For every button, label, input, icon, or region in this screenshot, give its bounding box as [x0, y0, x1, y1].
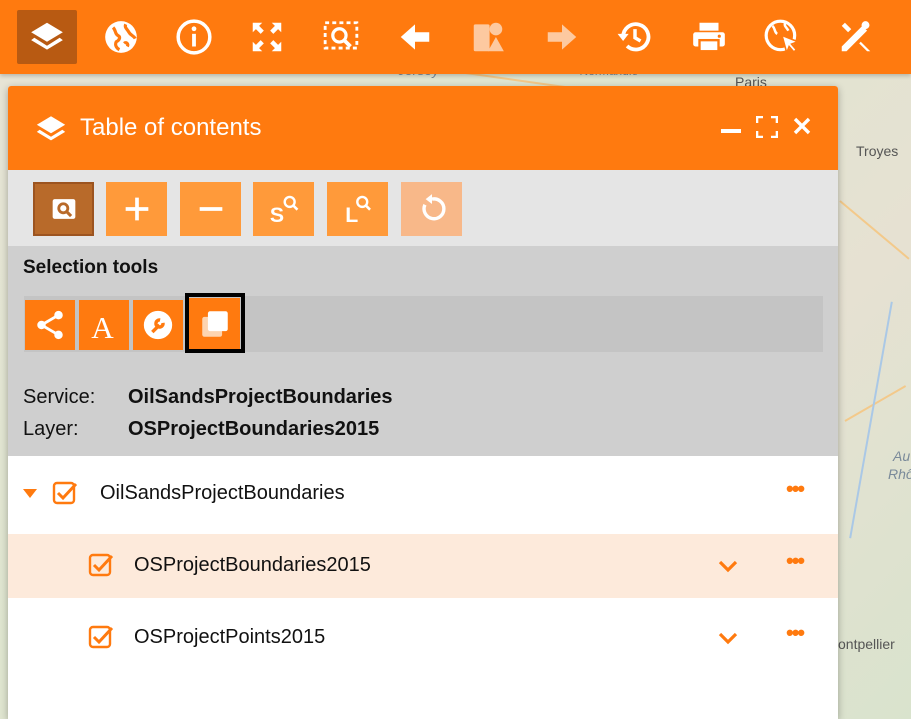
service-row: Service: OilSandsProjectBoundaries — [23, 386, 393, 409]
collapse-all-button[interactable] — [180, 182, 241, 236]
layers-button[interactable] — [17, 10, 77, 64]
selected-tool-highlight — [185, 293, 245, 353]
layer-label: Layer: — [23, 418, 79, 440]
service-value: OilSandsProjectBoundaries — [128, 386, 393, 408]
share-nodes-icon — [37, 310, 63, 340]
back-icon — [400, 24, 430, 50]
basemap-button[interactable] — [91, 10, 151, 64]
minimize-icon[interactable] — [721, 126, 741, 134]
chevron-down-icon[interactable] — [716, 554, 740, 578]
refresh-icon — [421, 194, 446, 221]
print-button[interactable] — [679, 10, 739, 64]
table-of-contents-panel: Table of contents S L Selection tools A … — [8, 86, 838, 719]
full-extent-button[interactable] — [237, 10, 297, 64]
search-layer-icon: L — [345, 195, 371, 226]
svg-text:S: S — [269, 203, 283, 226]
print-icon — [693, 22, 725, 53]
globe-select-icon — [764, 19, 801, 56]
layers-icon — [36, 116, 66, 141]
wrench-icon — [143, 310, 173, 340]
search-layer-button[interactable]: L — [327, 182, 388, 236]
tree-layer-row[interactable]: OSProjectBoundaries2015 ••• — [8, 534, 838, 598]
checkbox-checked-icon[interactable] — [88, 624, 114, 650]
history-icon — [617, 22, 651, 52]
zoom-to-layer-button[interactable] — [33, 182, 94, 236]
minus-icon — [199, 207, 222, 211]
plus-icon — [125, 197, 148, 221]
expand-all-button[interactable] — [106, 182, 167, 236]
tools-button[interactable] — [826, 10, 886, 64]
service-label: Service: — [23, 386, 96, 408]
layer-value: OSProjectBoundaries2015 — [128, 418, 380, 440]
refresh-button[interactable] — [401, 182, 462, 236]
layer-label: OSProjectBoundaries2015 — [134, 554, 371, 576]
back-button[interactable] — [385, 10, 445, 64]
search-service-button[interactable]: S — [253, 182, 314, 236]
selection-tools-area: A — [8, 288, 838, 360]
search-service-icon: S — [269, 195, 298, 226]
layer-tree: OilSandsProjectBoundaries ••• OSProjectB… — [8, 456, 838, 719]
close-icon[interactable] — [793, 117, 811, 135]
zoom-to-selection-icon — [323, 21, 359, 50]
zoom-to-selection-button[interactable] — [311, 10, 371, 64]
panel-title: Table of contents — [80, 114, 262, 141]
svg-text:A: A — [91, 310, 114, 342]
history-button[interactable] — [605, 10, 665, 64]
globe-icon — [105, 21, 137, 53]
zoom-to-layer-icon — [52, 199, 75, 219]
info-icon — [176, 19, 212, 55]
selection-info: Service: OilSandsProjectBoundaries Layer:… — [8, 360, 838, 456]
panel-header: Table of contents — [8, 86, 838, 170]
info-button[interactable] — [164, 10, 224, 64]
forward-button[interactable] — [532, 10, 592, 64]
more-options-icon[interactable]: ••• — [786, 550, 805, 572]
caret-down-icon[interactable] — [23, 489, 37, 498]
forward-icon — [547, 24, 577, 50]
map-label: Troyes — [856, 143, 899, 159]
layer-row: Layer: OSProjectBoundaries2015 — [23, 418, 379, 441]
select-by-attribute-button[interactable]: A — [79, 300, 129, 350]
attribute-icon: A — [91, 310, 114, 342]
main-toolbar — [0, 0, 911, 74]
select-tool-settings-button[interactable] — [133, 300, 183, 350]
selection-tools-title: Selection tools — [23, 257, 159, 278]
checkbox-checked-icon[interactable] — [52, 480, 78, 506]
group-label: OilSandsProjectBoundaries — [100, 482, 345, 504]
select-by-geometry-button[interactable] — [25, 300, 75, 350]
select-by-globe-button[interactable] — [752, 10, 812, 64]
more-options-icon[interactable]: ••• — [786, 478, 805, 500]
map-label: ontpellier — [838, 636, 895, 652]
checkbox-checked-icon[interactable] — [88, 552, 114, 578]
more-options-icon[interactable]: ••• — [786, 622, 805, 644]
chevron-down-icon[interactable] — [716, 626, 740, 650]
layers-icon — [31, 22, 63, 50]
map-label: Au — [893, 448, 911, 464]
full-extent-icon — [252, 22, 282, 52]
toc-toolbar: S L — [8, 170, 838, 246]
selection-tools-header: Selection tools — [8, 246, 838, 288]
shapes-button[interactable] — [458, 10, 518, 64]
tools-icon — [841, 21, 871, 52]
tree-group-row[interactable]: OilSandsProjectBoundaries ••• — [8, 462, 838, 526]
layer-label: OSProjectPoints2015 — [134, 626, 326, 648]
svg-text:L: L — [345, 203, 358, 226]
map-label: Rhô — [888, 466, 911, 482]
shapes-icon — [473, 22, 504, 52]
tree-layer-row[interactable]: OSProjectPoints2015 ••• — [8, 606, 838, 670]
maximize-icon[interactable] — [756, 116, 778, 138]
